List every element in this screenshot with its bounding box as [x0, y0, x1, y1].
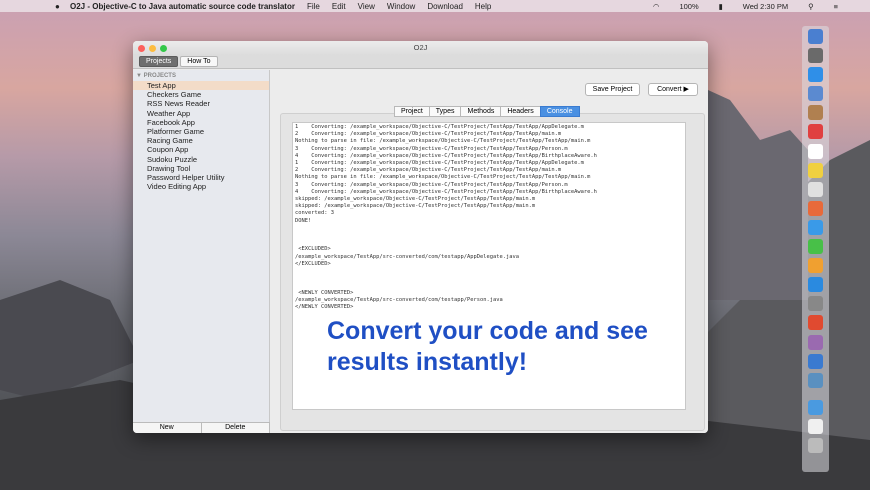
dock-app-icon[interactable]: [808, 162, 823, 178]
notification-center-icon[interactable]: ≡: [834, 2, 838, 11]
tab-how-to[interactable]: How To: [180, 56, 218, 67]
new-project-button[interactable]: New: [133, 423, 202, 433]
project-item[interactable]: Coupon App: [133, 145, 269, 154]
promo-overlay-text: Convert your code and see results instan…: [327, 316, 648, 378]
title-bar: O2J: [133, 41, 708, 55]
trash-icon[interactable]: [808, 437, 823, 453]
dock-app-icon[interactable]: [808, 219, 823, 235]
project-item[interactable]: Racing Game: [133, 136, 269, 145]
dock-app-icon[interactable]: [808, 315, 823, 331]
delete-project-button[interactable]: Delete: [201, 423, 270, 433]
close-button[interactable]: [138, 44, 145, 52]
project-item[interactable]: Weather App: [133, 109, 269, 118]
apple-icon[interactable]: ●: [55, 2, 60, 11]
dock-app-icon[interactable]: [808, 200, 823, 216]
dock-app-icon[interactable]: [808, 67, 823, 83]
dock-app-icon[interactable]: [808, 105, 823, 121]
tab-projects[interactable]: Projects: [139, 56, 179, 67]
promo-line-2: results instantly!: [327, 348, 528, 376]
battery-icon[interactable]: ▮: [719, 2, 723, 11]
projects-section-header[interactable]: ▼ PROJECTS: [133, 70, 269, 81]
menu-download[interactable]: Download: [427, 2, 463, 11]
menu-bar: ● O2J - Objective-C to Java automatic so…: [0, 0, 870, 12]
battery-percent[interactable]: 100%: [679, 2, 698, 11]
project-item[interactable]: Sudoku Puzzle: [133, 155, 269, 164]
menu-help[interactable]: Help: [475, 2, 491, 11]
section-label: PROJECTS: [143, 73, 176, 79]
project-item[interactable]: RSS News Reader: [133, 99, 269, 108]
menu-view[interactable]: View: [358, 2, 375, 11]
dock-app-icon[interactable]: [808, 277, 823, 293]
project-item[interactable]: Platformer Game: [133, 127, 269, 136]
dock-app-icon[interactable]: [808, 334, 823, 350]
wifi-icon[interactable]: ◠: [653, 2, 660, 11]
dock-app-icon[interactable]: [808, 29, 823, 44]
toolbar: Projects How To: [133, 55, 708, 69]
menu-edit[interactable]: Edit: [332, 2, 346, 11]
window-title: O2J: [413, 43, 428, 52]
dock-app-icon[interactable]: [808, 296, 823, 312]
tab-headers[interactable]: Headers: [500, 106, 541, 117]
zoom-button[interactable]: [160, 44, 167, 52]
convert-button[interactable]: Convert ▶: [648, 83, 698, 96]
dock-app-icon[interactable]: [808, 48, 823, 64]
tab-console[interactable]: Console: [539, 106, 580, 117]
clock[interactable]: Wed 2:30 PM: [743, 2, 788, 11]
main-tabs: Project Types Methods Headers Console: [394, 106, 580, 117]
project-sidebar: ▼ PROJECTS Test App Checkers Game RSS Ne…: [133, 70, 270, 422]
menu-window[interactable]: Window: [387, 2, 415, 11]
dock-app-icon[interactable]: [808, 86, 823, 102]
spotlight-icon[interactable]: ⚲: [808, 2, 814, 11]
dock-app-icon[interactable]: [808, 181, 823, 197]
menu-file[interactable]: File: [307, 2, 320, 11]
sidebar-buttons: New Delete: [133, 422, 270, 433]
menu-app-name[interactable]: O2J - Objective-C to Java automatic sour…: [70, 2, 295, 11]
project-item[interactable]: Drawing Tool: [133, 164, 269, 173]
project-item[interactable]: Facebook App: [133, 118, 269, 127]
tab-types[interactable]: Types: [428, 106, 462, 117]
dock-app-icon[interactable]: [808, 399, 823, 415]
project-item[interactable]: Video Editing App: [133, 182, 269, 191]
tab-project[interactable]: Project: [394, 106, 430, 117]
dock: [802, 26, 829, 472]
dock-app-icon[interactable]: [808, 372, 823, 388]
dock-app-icon[interactable]: [808, 353, 823, 369]
minimize-button[interactable]: [149, 44, 156, 52]
tab-methods[interactable]: Methods: [460, 106, 502, 117]
project-item[interactable]: Checkers Game: [133, 90, 269, 99]
dock-app-icon[interactable]: [808, 239, 823, 255]
dock-app-icon[interactable]: [808, 258, 823, 274]
project-item[interactable]: Test App: [133, 81, 269, 91]
dock-app-icon[interactable]: [808, 143, 823, 159]
project-item[interactable]: Password Helper Utility: [133, 173, 269, 182]
promo-line-1: Convert your code and see: [327, 317, 648, 345]
dock-app-icon[interactable]: [808, 418, 823, 434]
dock-app-icon[interactable]: [808, 124, 823, 140]
save-project-button[interactable]: Save Project: [585, 83, 640, 96]
